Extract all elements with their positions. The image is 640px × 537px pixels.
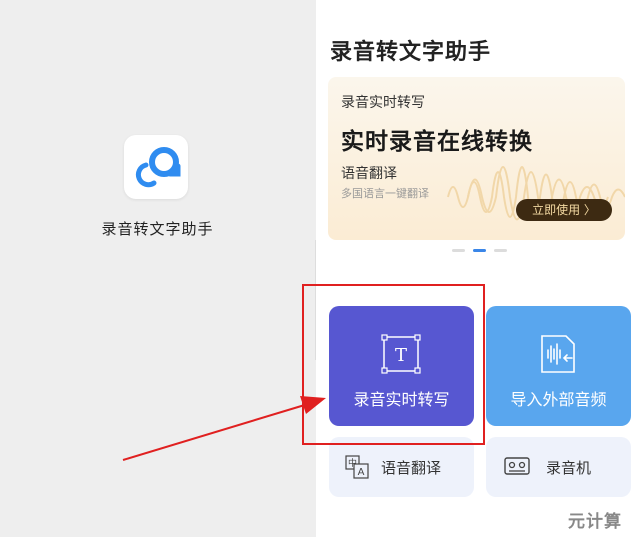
launcher-screen bbox=[0, 0, 316, 537]
import-audio-file-icon bbox=[541, 335, 575, 373]
translate-icon: 中 A bbox=[345, 455, 369, 479]
app-logo-icon bbox=[135, 147, 181, 188]
voice-translate-label: 语音翻译 bbox=[381, 459, 442, 477]
import-audio-label: 导入外部音频 bbox=[510, 390, 607, 409]
carousel-dot bbox=[452, 249, 465, 252]
recorder-tile[interactable]: 录音机 bbox=[486, 437, 631, 497]
carousel-dot bbox=[494, 249, 507, 252]
use-now-button[interactable]: 立即使用 〉 bbox=[516, 199, 612, 221]
highlight-box bbox=[302, 284, 485, 445]
page-title: 录音转文字助手 bbox=[330, 40, 492, 65]
banner-description: 多国语言一键翻译 bbox=[341, 187, 429, 200]
banner-headline: 实时录音在线转换 bbox=[341, 129, 533, 155]
banner-subtitle: 录音实时转写 bbox=[341, 95, 425, 111]
import-audio-tile[interactable]: 导入外部音频 bbox=[486, 306, 631, 426]
app-launcher-icon[interactable] bbox=[124, 135, 188, 199]
promo-banner[interactable]: 录音实时转写 实时录音在线转换 语音翻译 多国语言一键翻译 立即使用 〉 bbox=[328, 77, 625, 240]
banner-feature: 语音翻译 bbox=[341, 166, 397, 182]
launcher-app-name[interactable]: 录音转文字助手 bbox=[80, 218, 235, 239]
watermark: 元计算 bbox=[568, 512, 622, 532]
tape-recorder-icon bbox=[504, 457, 530, 475]
carousel-dot-active bbox=[473, 249, 486, 252]
voice-translate-tile[interactable]: 中 A 语音翻译 bbox=[329, 437, 474, 497]
recorder-label: 录音机 bbox=[546, 459, 592, 477]
carousel-indicator bbox=[452, 247, 512, 253]
svg-text:A: A bbox=[358, 467, 365, 478]
